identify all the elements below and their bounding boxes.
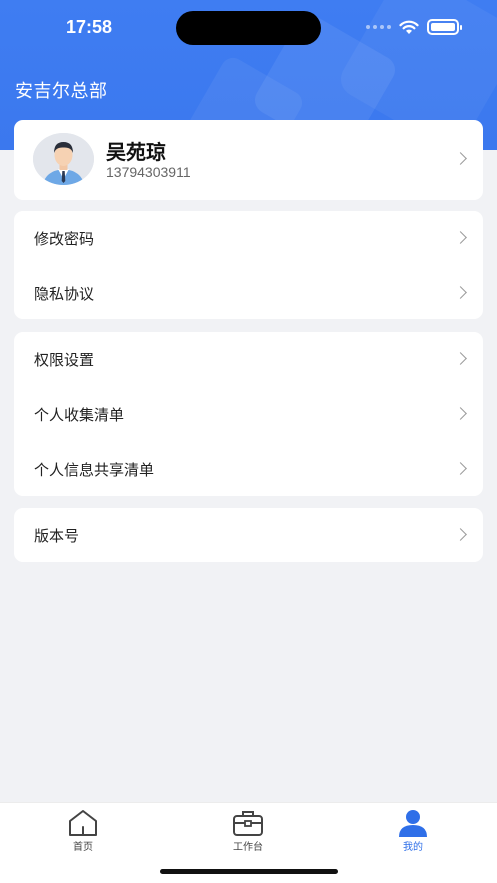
signal-icon [366,25,391,29]
menu-group-privacy: 权限设置 个人收集清单 个人信息共享清单 [14,332,483,496]
menu-item-label: 个人信息共享清单 [34,461,155,479]
profile-card[interactable]: 吴苑琼 13794303911 [14,120,483,200]
person-icon [399,810,427,837]
menu-item-personal-collection-list[interactable]: 个人收集清单 [14,387,483,441]
menu-item-label: 隐私协议 [34,285,95,303]
tab-label: 我的 [403,842,423,853]
menu-item-label: 版本号 [34,527,80,545]
chevron-right-icon [454,352,467,365]
status-time: 17:58 [66,17,113,37]
menu-item-change-password[interactable]: 修改密码 [14,211,483,265]
user-phone: 13794303911 [106,164,191,180]
chevron-right-icon [454,528,467,541]
tab-workbench[interactable]: 工作台 [208,809,288,853]
chevron-right-icon [454,152,467,165]
chevron-right-icon [454,286,467,299]
menu-item-label: 个人收集清单 [34,406,125,424]
chevron-right-icon [454,231,467,244]
user-name: 吴苑琼 [106,140,166,164]
status-icons [366,19,462,35]
home-icon [69,810,97,836]
briefcase-icon [233,811,263,836]
avatar-person-icon [33,133,94,185]
avatar [33,133,94,185]
battery-icon [427,19,462,35]
menu-item-privacy-policy[interactable]: 隐私协议 [14,266,483,320]
menu-item-version[interactable]: 版本号 [14,508,483,562]
tab-mine[interactable]: 我的 [373,809,453,853]
tab-home[interactable]: 首页 [43,809,123,853]
my-page-screen: 17:58 安吉尔总部 吴苑琼 13794303911 修改密码 隐私协议 权限… [0,0,497,883]
wifi-icon [399,20,419,34]
menu-item-label: 修改密码 [34,230,95,248]
menu-item-permission-settings[interactable]: 权限设置 [14,332,483,386]
menu-group-account: 修改密码 隐私协议 [14,211,483,319]
menu-item-label: 权限设置 [34,351,95,369]
chevron-right-icon [454,462,467,475]
menu-item-info-sharing-list[interactable]: 个人信息共享清单 [14,442,483,496]
dynamic-island [176,11,321,45]
menu-group-about: 版本号 [14,508,483,562]
chevron-right-icon [454,407,467,420]
org-title: 安吉尔总部 [15,81,108,102]
tab-label: 首页 [73,842,93,853]
home-indicator [160,869,338,874]
tab-label: 工作台 [233,842,263,853]
